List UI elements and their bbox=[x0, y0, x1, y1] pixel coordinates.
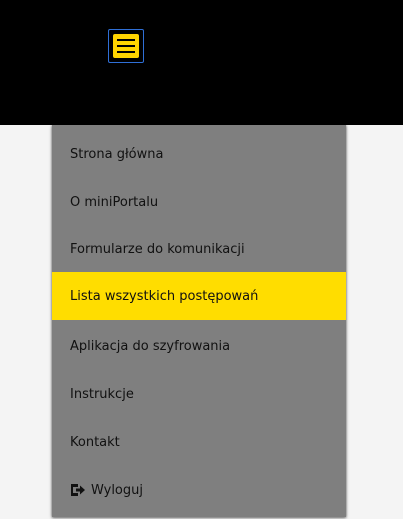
menu-item-label: Wyloguj bbox=[91, 482, 143, 498]
menu-item-aplikacja-szyfrowania[interactable]: Aplikacja do szyfrowania bbox=[52, 322, 346, 370]
menu-item-label: Strona główna bbox=[70, 146, 164, 162]
menu-item-kontakt[interactable]: Kontakt bbox=[52, 418, 346, 466]
dropdown-menu: Strona główna O miniPortalu Formularze d… bbox=[52, 125, 346, 517]
top-navigation-bar bbox=[0, 0, 403, 125]
menu-item-o-miniportalu[interactable]: O miniPortalu bbox=[52, 178, 346, 226]
menu-toggle-button[interactable] bbox=[108, 29, 144, 63]
menu-item-label: Formularze do komunikacji bbox=[70, 241, 245, 257]
sign-out-icon bbox=[71, 484, 85, 496]
menu-item-label: Kontakt bbox=[70, 434, 120, 450]
menu-item-label: Lista wszystkich postępowań bbox=[70, 288, 259, 304]
menu-item-lista-postepowan[interactable]: Lista wszystkich postępowań bbox=[52, 272, 346, 320]
menu-item-label: Instrukcje bbox=[70, 386, 134, 402]
menu-item-label: Aplikacja do szyfrowania bbox=[70, 338, 231, 354]
menu-item-instrukcje[interactable]: Instrukcje bbox=[52, 370, 346, 418]
menu-item-wyloguj[interactable]: Wyloguj bbox=[52, 466, 346, 514]
menu-item-label: O miniPortalu bbox=[70, 194, 159, 210]
menu-item-strona-glowna[interactable]: Strona główna bbox=[52, 130, 346, 178]
menu-item-formularze[interactable]: Formularze do komunikacji bbox=[52, 225, 346, 273]
hamburger-menu-icon bbox=[113, 34, 139, 58]
